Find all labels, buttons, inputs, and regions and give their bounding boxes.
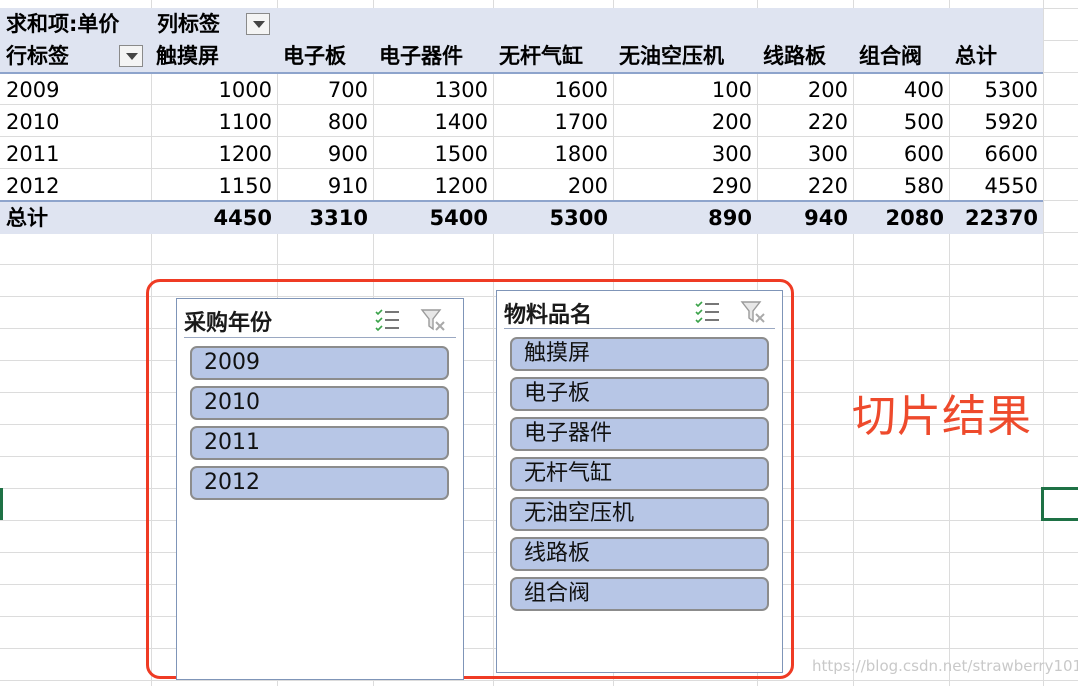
multi-select-icon[interactable] (694, 299, 722, 325)
table-row: 2012 1150 910 1200 200 290 220 580 4550 (0, 170, 1043, 202)
multi-select-icon[interactable] (374, 307, 402, 333)
slicer-item[interactable]: 电子板 (510, 377, 769, 411)
watermark: https://blog.csdn.net/strawberry1019 (812, 657, 1078, 675)
table-row: 2010 1100 800 1400 1700 200 220 500 5920 (0, 106, 1043, 138)
row-labels-dropdown[interactable] (119, 45, 143, 67)
slicer-item[interactable]: 组合阀 (510, 577, 769, 611)
slicer-title: 物料品名 (504, 303, 593, 328)
slicer-item[interactable]: 触摸屏 (510, 337, 769, 371)
value-cell[interactable]: 4550 (949, 170, 1038, 202)
value-cell[interactable]: 400 (853, 74, 944, 106)
value-cell[interactable]: 700 (277, 74, 368, 106)
value-cell[interactable]: 1000 (151, 74, 272, 106)
slicer-item[interactable]: 线路板 (510, 537, 769, 571)
row-labels-label[interactable]: 行标签 (6, 40, 69, 72)
slicer-item[interactable]: 无油空压机 (510, 497, 769, 531)
slicer-item[interactable]: 2010 (190, 386, 449, 420)
total-cell[interactable]: 2080 (853, 202, 944, 234)
chevron-down-icon (126, 53, 138, 60)
slicer-purchase-year[interactable]: 采购年份 2009 2010 2011 2012 (176, 298, 464, 680)
value-cell[interactable]: 200 (613, 106, 752, 138)
value-cell[interactable]: 200 (493, 170, 608, 202)
value-cell[interactable]: 6600 (949, 138, 1038, 170)
value-cell[interactable]: 300 (613, 138, 752, 170)
slicer-item[interactable]: 2011 (190, 426, 449, 460)
row-label[interactable]: 2011 (6, 138, 59, 170)
value-cell[interactable]: 600 (853, 138, 944, 170)
value-cell[interactable]: 580 (853, 170, 944, 202)
total-cell[interactable]: 4450 (151, 202, 272, 234)
value-cell[interactable]: 220 (757, 170, 848, 202)
slicer-item[interactable]: 2009 (190, 346, 449, 380)
slicer-title: 采购年份 (184, 311, 273, 336)
row-label[interactable]: 2009 (6, 74, 59, 106)
row-marker (0, 488, 3, 520)
column-header[interactable]: 总计 (955, 40, 997, 72)
value-cell[interactable]: 1100 (151, 106, 272, 138)
value-cell[interactable]: 1800 (493, 138, 608, 170)
total-cell[interactable]: 940 (757, 202, 848, 234)
slicer-material-name[interactable]: 物料品名 触摸屏 电子板 电子器件 无杆气缸 无油空压机 线路板 组合阀 (496, 290, 783, 673)
active-cell-selection[interactable] (1041, 487, 1078, 521)
column-header[interactable]: 无杆气缸 (499, 40, 583, 72)
pivot-filter-row: 求和项:单价 列标签 (0, 8, 1043, 40)
slicer-divider (504, 328, 775, 329)
value-cell[interactable]: 1400 (373, 106, 488, 138)
slicer-item[interactable]: 无杆气缸 (510, 457, 769, 491)
annotation-caption: 切片结果 (852, 391, 1032, 442)
total-row: 总计 4450 3310 5400 5300 890 940 2080 2237… (0, 202, 1043, 234)
row-label[interactable]: 2012 (6, 170, 59, 202)
column-labels-dropdown[interactable] (246, 13, 270, 35)
value-cell[interactable]: 200 (757, 74, 848, 106)
value-cell[interactable]: 800 (277, 106, 368, 138)
column-header[interactable]: 线路板 (763, 40, 826, 72)
table-row: 2011 1200 900 1500 1800 300 300 600 6600 (0, 138, 1043, 170)
value-cell[interactable]: 1200 (151, 138, 272, 170)
value-cell[interactable]: 5300 (949, 74, 1038, 106)
slicer-divider (184, 337, 456, 338)
total-cell[interactable]: 3310 (277, 202, 368, 234)
slicer-item[interactable]: 2012 (190, 466, 449, 500)
slicer-item[interactable]: 电子器件 (510, 417, 769, 451)
column-labels-label[interactable]: 列标签 (157, 8, 220, 40)
value-cell[interactable]: 1700 (493, 106, 608, 138)
value-cell[interactable]: 910 (277, 170, 368, 202)
value-cell[interactable]: 5920 (949, 106, 1038, 138)
value-cell[interactable]: 1600 (493, 74, 608, 106)
column-header[interactable]: 触摸屏 (156, 40, 219, 72)
value-cell[interactable]: 300 (757, 138, 848, 170)
value-cell[interactable]: 900 (277, 138, 368, 170)
value-cell[interactable]: 290 (613, 170, 752, 202)
clear-filter-icon[interactable] (740, 299, 768, 325)
value-cell[interactable]: 1200 (373, 170, 488, 202)
value-cell[interactable]: 1500 (373, 138, 488, 170)
column-header[interactable]: 电子器件 (379, 40, 463, 72)
value-cell[interactable]: 220 (757, 106, 848, 138)
clear-filter-icon[interactable] (420, 307, 448, 333)
pivot-header-row: 行标签 触摸屏 电子板 电子器件 无杆气缸 无油空压机 线路板 组合阀 总计 (0, 40, 1043, 72)
row-label[interactable]: 2010 (6, 106, 59, 138)
total-cell[interactable]: 22370 (949, 202, 1038, 234)
value-cell[interactable]: 100 (613, 74, 752, 106)
column-header[interactable]: 组合阀 (859, 40, 922, 72)
table-row: 2009 1000 700 1300 1600 100 200 400 5300 (0, 74, 1043, 106)
column-header[interactable]: 无油空压机 (619, 40, 724, 72)
value-cell[interactable]: 1300 (373, 74, 488, 106)
column-header[interactable]: 电子板 (283, 40, 346, 72)
value-cell[interactable]: 500 (853, 106, 944, 138)
chevron-down-icon (253, 21, 265, 28)
total-cell[interactable]: 890 (613, 202, 752, 234)
value-cell[interactable]: 1150 (151, 170, 272, 202)
total-cell[interactable]: 5400 (373, 202, 488, 234)
value-field-label[interactable]: 求和项:单价 (6, 8, 119, 40)
total-cell[interactable]: 5300 (493, 202, 608, 234)
total-label[interactable]: 总计 (6, 202, 48, 234)
